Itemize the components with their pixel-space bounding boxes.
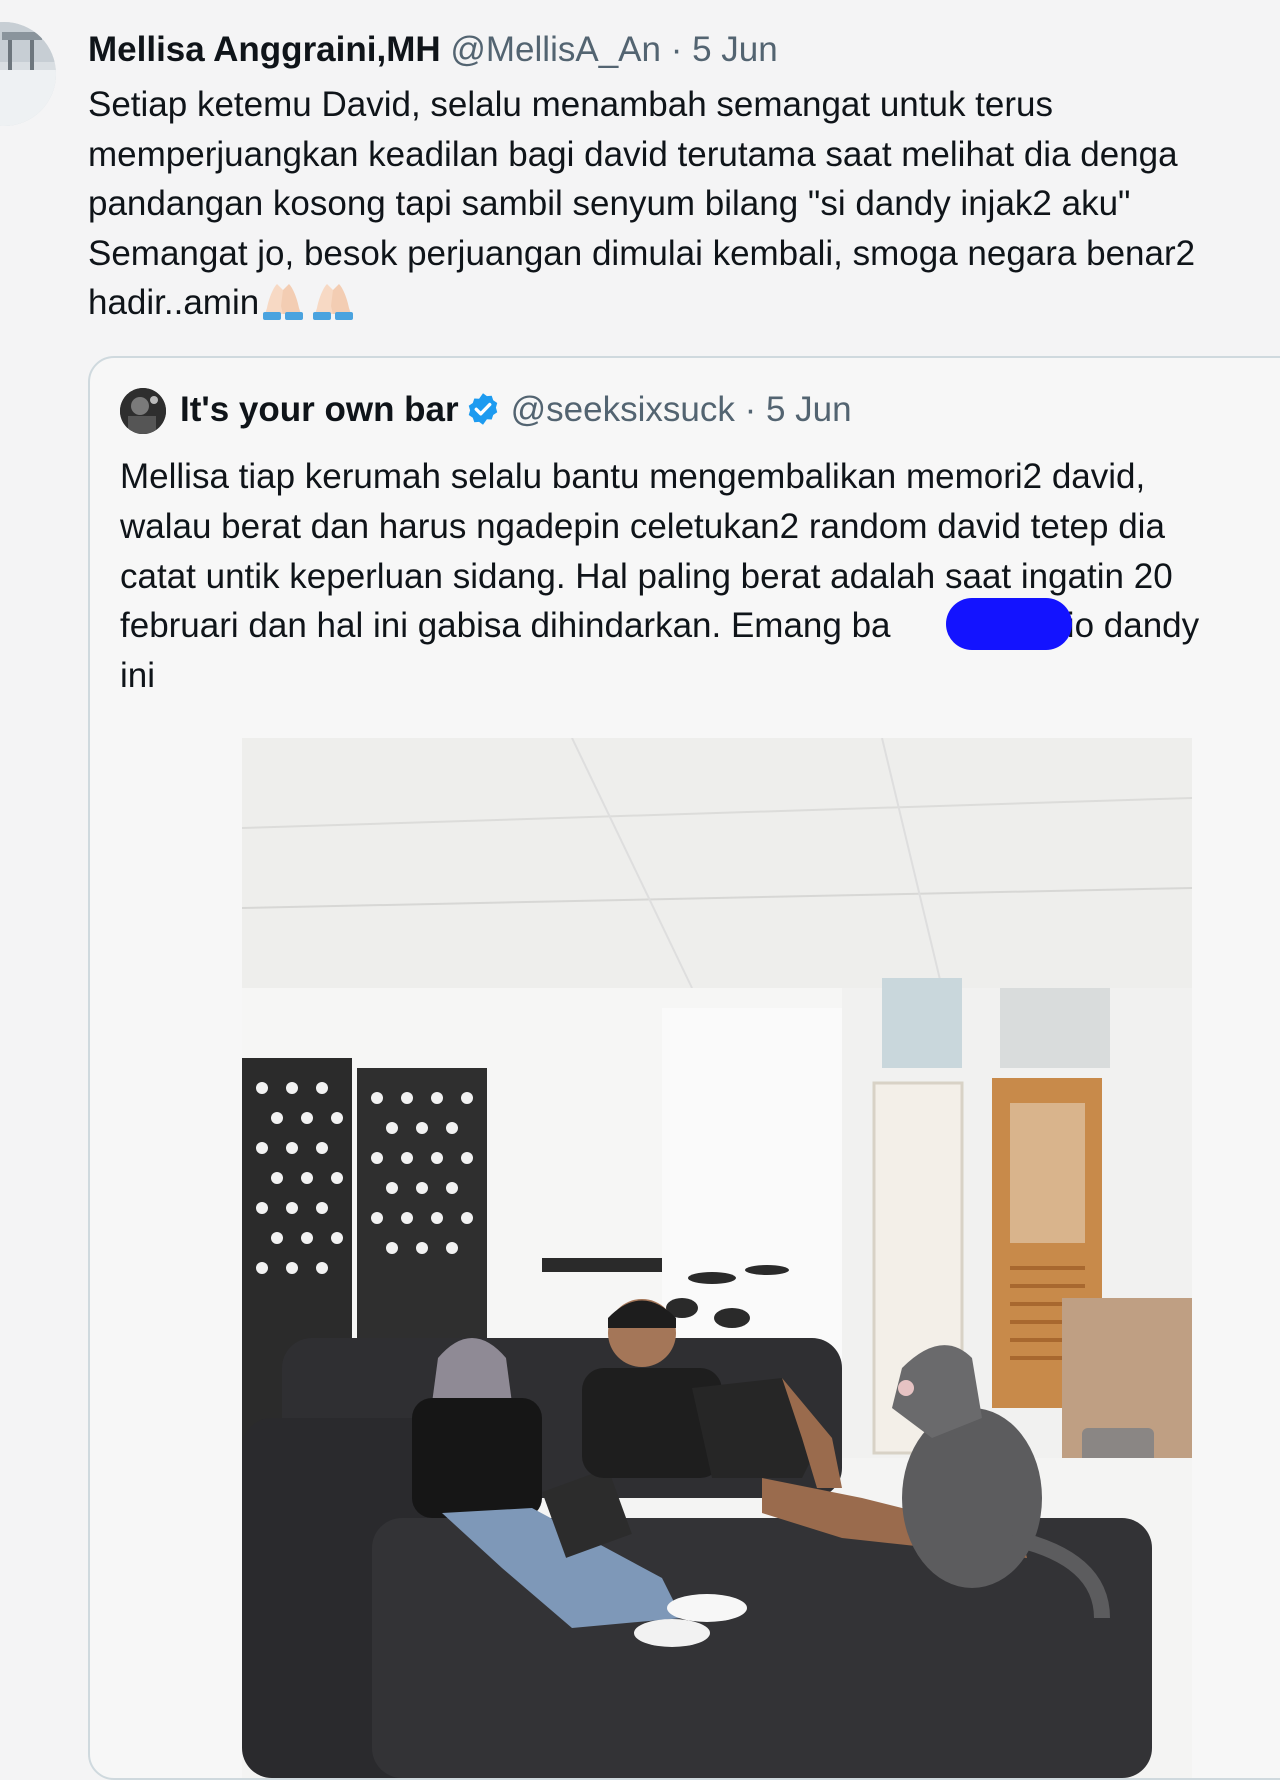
verified-badge-icon <box>465 390 501 442</box>
author-name[interactable]: Mellisa Anggraini,MH <box>88 30 441 69</box>
quoted-tweet-text: Mellisa tiap kerumah selalu bantu mengem… <box>120 452 1280 701</box>
quoted-tweet-photo[interactable] <box>242 738 1192 1778</box>
header-separator: · <box>670 30 683 69</box>
quoted-header-separator: · <box>744 390 757 429</box>
quoted-tweet-date[interactable]: 5 Jun <box>766 390 852 429</box>
quoted-author-handle[interactable]: @seeksixsuck <box>511 390 735 429</box>
quoted-author-avatar[interactable] <box>120 388 166 434</box>
quoted-tweet-card[interactable]: It's your own bar @seeksixsuck · 5 Jun Me… <box>88 356 1280 1780</box>
author-avatar[interactable] <box>0 22 56 126</box>
redaction-mark <box>946 598 1072 650</box>
tweet-header: Mellisa Anggraini,MH @MellisA_An · 5 Jun <box>88 26 778 74</box>
tweet-text: Setiap ketemu David, selalu menambah sem… <box>88 80 1280 334</box>
tweet-text-content: Setiap ketemu David, selalu menambah sem… <box>88 85 1196 322</box>
tweet[interactable]: Mellisa Anggraini,MH @MellisA_An · 5 Jun… <box>0 0 1280 1780</box>
author-handle[interactable]: @MellisA_An <box>450 30 661 69</box>
praying-hands-emoji <box>261 280 357 334</box>
quoted-author-name[interactable]: It's your own bar <box>180 390 459 429</box>
quoted-tweet-header: It's your own bar @seeksixsuck · 5 Jun <box>180 384 852 442</box>
tweet-date[interactable]: 5 Jun <box>692 30 778 69</box>
